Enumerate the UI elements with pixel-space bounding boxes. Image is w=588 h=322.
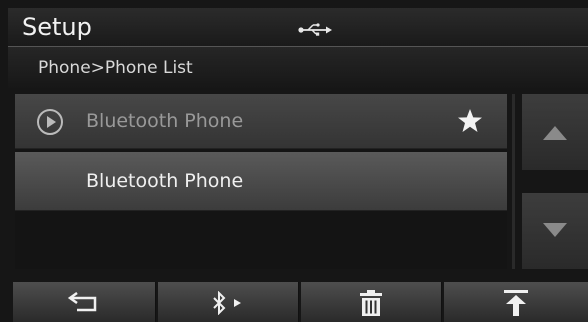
- star-icon: [458, 109, 482, 132]
- trash-icon: [360, 290, 382, 316]
- usb-icon: [298, 23, 332, 36]
- triangle-up-icon: [543, 126, 567, 140]
- header-bar: Setup: [8, 8, 588, 47]
- phone-list: Bluetooth Phone Bluetooth Phone: [15, 94, 507, 269]
- bluetooth-play-icon: [213, 291, 241, 315]
- list-item[interactable]: Bluetooth Phone: [15, 152, 507, 211]
- breadcrumb-text: Phone>Phone List: [38, 58, 193, 78]
- back-button[interactable]: [13, 282, 156, 322]
- delete-button[interactable]: [301, 282, 442, 322]
- breadcrumb: Phone>Phone List: [8, 47, 588, 88]
- play-circle-icon: [37, 109, 63, 135]
- setup-screen: Setup Phone>Phone List Bluetooth Phone B…: [0, 0, 588, 322]
- page-title: Setup: [22, 13, 92, 41]
- list-item-label: Bluetooth Phone: [86, 110, 244, 132]
- bottom-toolbar: [0, 282, 588, 322]
- list-item[interactable]: Bluetooth Phone: [15, 94, 507, 149]
- bluetooth-connect-button[interactable]: [158, 282, 299, 322]
- scroll-to-top-icon: [504, 290, 528, 316]
- back-arrow-icon: [67, 292, 97, 312]
- list-item-label: Bluetooth Phone: [86, 170, 244, 192]
- scroll-down-button[interactable]: [522, 193, 588, 269]
- scroll-up-button[interactable]: [522, 94, 588, 170]
- scroll-divider: [512, 94, 515, 269]
- triangle-down-icon: [543, 223, 567, 237]
- scroll-to-top-button[interactable]: [444, 282, 588, 322]
